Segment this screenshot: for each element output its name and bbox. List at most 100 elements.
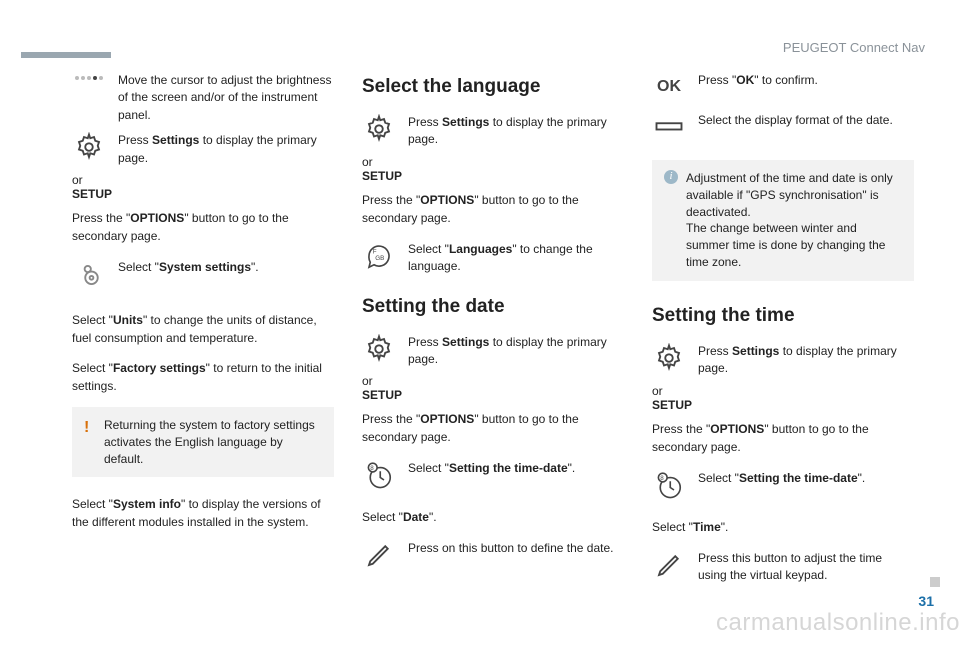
settings-item: Press Settings to display the primary pa… xyxy=(72,130,334,167)
select-date-para: Select "Date". xyxy=(362,508,624,526)
exclamation-icon: ! xyxy=(84,417,96,439)
t: Select " xyxy=(698,471,739,485)
t-bold: OPTIONS xyxy=(130,211,184,225)
press-time-item: Press this button to adjust the time usi… xyxy=(652,548,914,585)
settings-item-date: Press Settings to display the primary pa… xyxy=(362,332,624,369)
info-note: i Adjustment of the time and date is onl… xyxy=(652,160,914,281)
top-accent-bar xyxy=(21,52,111,58)
content-columns: Move the cursor to adjust the brightness… xyxy=(0,0,960,590)
options-para-2b: Press the "OPTIONS" button to go to the … xyxy=(362,410,624,446)
or-setup-3: or SETUP xyxy=(652,384,914,412)
settings-item-time: Press Settings to display the primary pa… xyxy=(652,341,914,378)
settings-text-date: Press Settings to display the primary pa… xyxy=(408,332,624,369)
settings-text-lang: Press Settings to display the primary pa… xyxy=(408,112,624,149)
svg-text:8: 8 xyxy=(370,465,374,472)
format-text: Select the display format of the date. xyxy=(698,110,893,129)
t: ". xyxy=(429,510,437,524)
gear-icon xyxy=(362,112,396,146)
time-date-item-3: 8 Select "Setting the time-date". xyxy=(652,468,914,502)
heading-date: Setting the date xyxy=(362,296,624,318)
heading-language: Select the language xyxy=(362,76,624,98)
or-setup-1: or SETUP xyxy=(72,173,334,201)
format-item: Select the display format of the date. xyxy=(652,110,914,144)
settings-text-time: Press Settings to display the primary pa… xyxy=(698,341,914,378)
options-para-3: Press the "OPTIONS" button to go to the … xyxy=(652,420,914,456)
press-date-item: Press on this button to define the date. xyxy=(362,538,624,572)
t-bold: Time xyxy=(693,520,721,534)
settings-item-lang: Press Settings to display the primary pa… xyxy=(362,112,624,149)
clock-8-icon: 8 xyxy=(652,468,686,502)
header-section-title: PEUGEOT Connect Nav xyxy=(783,40,925,55)
t: Select " xyxy=(362,510,403,524)
factory-para: Select "Factory settings" to return to t… xyxy=(72,359,334,395)
t-bold: Units xyxy=(113,313,143,327)
t-bold: OPTIONS xyxy=(420,193,474,207)
system-settings-text: Select "System settings". xyxy=(118,257,259,276)
t: Press " xyxy=(698,73,736,87)
settings-text: Press Settings to display the primary pa… xyxy=(118,130,334,167)
options-para-1: Press the "OPTIONS" button to go to the … xyxy=(72,209,334,245)
languages-item: FGB Select "Languages" to change the lan… xyxy=(362,239,624,276)
t: ". xyxy=(568,461,576,475)
gear-icon xyxy=(362,332,396,366)
or-label: or xyxy=(362,155,624,169)
t-bold: Setting the time-date xyxy=(739,471,858,485)
ok-text: Press "OK" to confirm. xyxy=(698,70,818,89)
options-para-2a: Press the "OPTIONS" button to go to the … xyxy=(362,191,624,227)
time-date-text: Select "Setting the time-date". xyxy=(408,458,575,477)
time-date-item: 8 Select "Setting the time-date". xyxy=(362,458,624,492)
t: Select " xyxy=(652,520,693,534)
gear-small-icon xyxy=(72,257,106,291)
t: Press the " xyxy=(72,211,130,225)
t: Press xyxy=(408,115,442,129)
t-bold: Setting the time-date xyxy=(449,461,568,475)
time-date-text-3: Select "Setting the time-date". xyxy=(698,468,865,487)
t-bold: System settings xyxy=(159,260,251,274)
languages-text: Select "Languages" to change the languag… xyxy=(408,239,624,276)
t: Select " xyxy=(118,260,159,274)
info-text: Adjustment of the time and date is only … xyxy=(686,170,902,271)
setup-label: SETUP xyxy=(652,398,914,412)
or-label: or xyxy=(72,173,334,187)
t: ". xyxy=(858,471,866,485)
page-number: 31 xyxy=(918,593,934,609)
t: Press the " xyxy=(362,193,420,207)
column-1: Move the cursor to adjust the brightness… xyxy=(72,70,334,590)
t-bold: Settings xyxy=(732,344,779,358)
or-label: or xyxy=(652,384,914,398)
press-date-text: Press on this button to define the date. xyxy=(408,538,613,557)
warning-text: Returning the system to factory settings… xyxy=(104,417,322,467)
t-bold: OPTIONS xyxy=(420,412,474,426)
column-2: Select the language Press Settings to di… xyxy=(362,70,624,590)
t-bold: Date xyxy=(403,510,429,524)
t-bold: OPTIONS xyxy=(710,422,764,436)
slider-dots-icon xyxy=(72,72,106,84)
pencil-icon xyxy=(652,548,686,582)
watermark: carmanualsonline.info xyxy=(716,609,960,637)
setup-label: SETUP xyxy=(362,169,624,183)
brightness-slider-item: Move the cursor to adjust the brightness… xyxy=(72,70,334,124)
side-square-icon xyxy=(930,577,940,587)
heading-time: Setting the time xyxy=(652,305,914,327)
warning-note: ! Returning the system to factory settin… xyxy=(72,407,334,477)
t: Press the " xyxy=(652,422,710,436)
t-bold: Settings xyxy=(442,115,489,129)
sysinfo-para: Select "System info" to display the vers… xyxy=(72,495,334,531)
clock-8-icon: 8 xyxy=(362,458,396,492)
ok-icon: OK xyxy=(652,70,686,104)
t: ". xyxy=(251,260,259,274)
t-bold: Settings xyxy=(152,133,199,147)
t: Select " xyxy=(72,313,113,327)
t: Press xyxy=(408,335,442,349)
t: Press xyxy=(118,133,152,147)
t: Press the " xyxy=(362,412,420,426)
or-setup-2b: or SETUP xyxy=(362,374,624,402)
press-time-text: Press this button to adjust the time usi… xyxy=(698,548,914,585)
t: Select " xyxy=(72,361,113,375)
format-bar-icon xyxy=(652,110,686,144)
t: ". xyxy=(721,520,729,534)
language-bubble-icon: FGB xyxy=(362,239,396,273)
gear-icon xyxy=(652,341,686,375)
setup-label: SETUP xyxy=(72,187,334,201)
svg-text:8: 8 xyxy=(660,475,664,482)
